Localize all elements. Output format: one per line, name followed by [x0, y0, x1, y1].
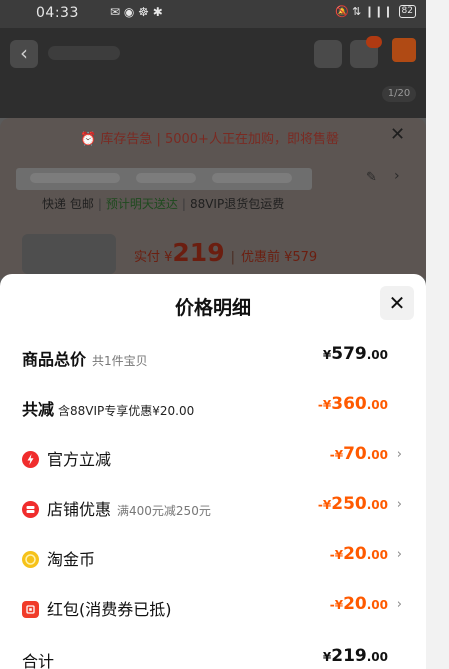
row-amount: ¥219.00 [322, 646, 388, 666]
status-notification-icons: ✉ ◉ ☸ ✱ [110, 5, 163, 19]
row-store-discount[interactable]: 店铺优惠 满400元减250元 -¥250.00 › [22, 494, 402, 520]
delivery-eta: 预计明天送达 [105, 197, 178, 211]
shipping-info: 快递 包邮 | 预计明天送达 | 88VIP退货包运费 [42, 197, 285, 211]
status-system-icons: 🔕 ⇅ ❙❙❙ 82 [335, 5, 416, 18]
stock-alert: ⏰ 库存告急 | 5000+人正在加购，即将售罄 [80, 132, 339, 147]
battery-icon: 82 [398, 5, 416, 18]
chevron-right-icon[interactable]: › [394, 168, 400, 184]
row-red-packet[interactable]: 红包(消费券已抵) -¥20.00 › [22, 594, 402, 620]
row-amount: -¥20.00 [329, 594, 388, 614]
edit-icon[interactable]: ✎ [366, 170, 377, 185]
chevron-right-icon: › [396, 497, 402, 512]
row-label: 官方立减 [22, 446, 111, 470]
image-counter: 1/20 [382, 86, 416, 102]
close-sheet-button[interactable]: ✕ [380, 286, 414, 320]
row-amount: -¥70.00 [329, 444, 388, 464]
blurred-product-title [16, 168, 312, 190]
chevron-right-icon: › [396, 447, 402, 462]
signal-icons: 🔕 ⇅ ❙❙❙ [334, 5, 393, 18]
paid-prefix: 实付 ¥ [134, 250, 173, 265]
status-time: 04:33 [36, 5, 79, 21]
chevron-right-icon: › [396, 547, 402, 562]
price-before-discount: 优惠前 ¥579 [240, 250, 318, 265]
row-sub: 含88VIP专享优惠¥20.00 [58, 404, 195, 418]
desktop-background [426, 0, 449, 669]
row-sub: 满400元减250元 [117, 504, 211, 518]
row-label: 淘金币 [22, 546, 95, 570]
row-label: 红包(消费券已抵) [22, 596, 172, 620]
paid-value: 219 [172, 238, 225, 267]
row-label: 商品总价 共1件宝贝 [22, 350, 148, 369]
return-shipping-label: 88VIP退货包运费 [189, 197, 285, 211]
bolt-icon [22, 451, 39, 468]
back-icon[interactable]: ‹ [10, 40, 38, 68]
store-icon [22, 501, 39, 518]
status-bar: 04:33 ✉ ◉ ☸ ✱ 🔕 ⇅ ❙❙❙ 82 [0, 0, 426, 28]
red-packet-icon [22, 601, 39, 618]
cart-badge [366, 36, 382, 48]
row-label: 合计 [22, 652, 55, 669]
blurred-shop-name [48, 46, 120, 60]
row-amount: -¥360.00 [317, 394, 388, 414]
close-icon[interactable]: ✕ [390, 124, 405, 145]
free-shipping-label: 快递 包邮 [42, 197, 94, 211]
row-label: 店铺优惠 满400元减250元 [22, 496, 211, 520]
share-icon[interactable] [314, 40, 342, 68]
sheet-title: 价格明细 [174, 297, 251, 319]
row-sub: 共1件宝贝 [92, 354, 148, 368]
row-official-discount[interactable]: 官方立减 -¥70.00 › [22, 444, 402, 470]
row-amount: -¥20.00 [329, 544, 388, 564]
phone-screen: 04:33 ✉ ◉ ☸ ✱ 🔕 ⇅ ❙❙❙ 82 ‹ 1/20 ⏰ 库存告急 |… [0, 0, 426, 669]
coin-icon [22, 551, 39, 568]
chevron-right-icon: › [396, 597, 402, 612]
price-detail-sheet: 价格明细 ✕ 商品总价 共1件宝贝 ¥579.00 共减 含88VIP专享优惠¥20… [0, 274, 426, 669]
paid-price: 实付 ¥219 | 优惠前 ¥579 [134, 238, 318, 267]
row-total-discount: 共减 含88VIP专享优惠¥20.00 -¥360.00 [22, 394, 402, 420]
row-label: 共减 含88VIP专享优惠¥20.00 [22, 400, 195, 419]
row-gold-coin[interactable]: 淘金币 -¥20.00 › [22, 544, 402, 570]
row-amount: -¥250.00 [317, 494, 388, 514]
row-amount: ¥579.00 [322, 344, 388, 364]
row-goods-total: 商品总价 共1件宝贝 ¥579.00 [22, 344, 402, 370]
row-grand-total: 合计 ¥219.00 [22, 646, 402, 669]
product-thumbnail[interactable] [22, 234, 116, 274]
more-icon[interactable] [392, 38, 416, 62]
